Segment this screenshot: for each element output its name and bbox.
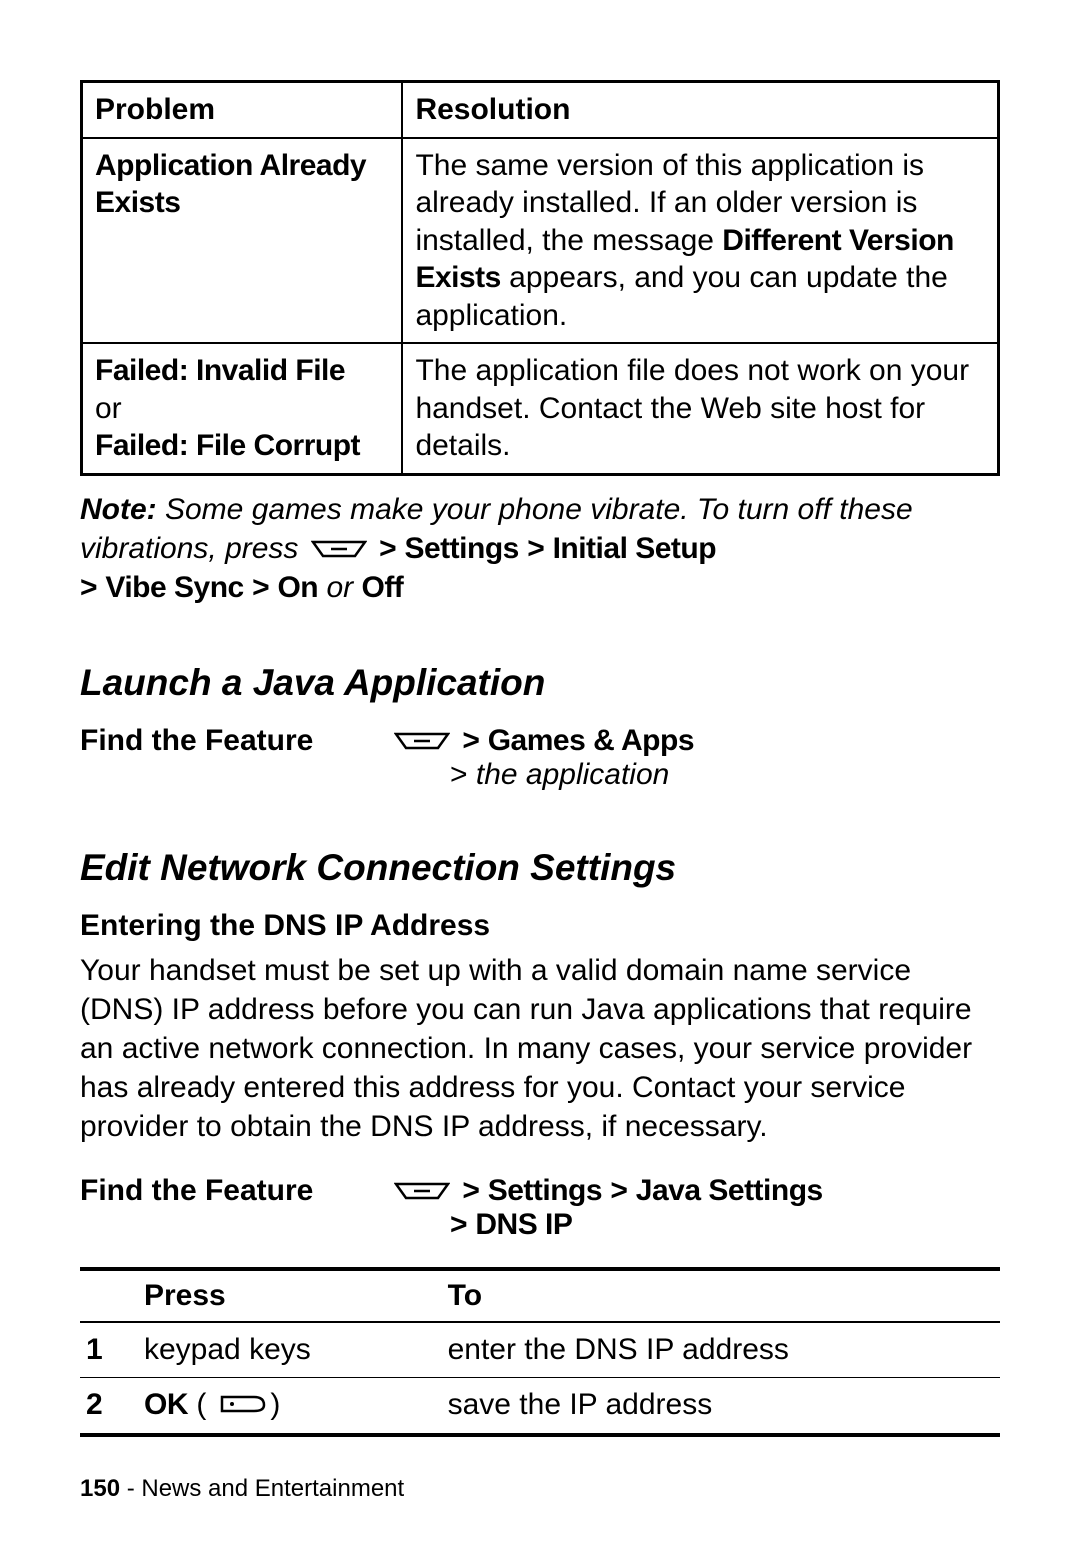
col-header-to: To — [442, 1269, 1000, 1322]
find-feature-label: Find the Feature — [80, 724, 390, 792]
menu-key-icon — [394, 1182, 450, 1202]
page-footer: 150 - News and Entertainment — [80, 1475, 1000, 1503]
subheading-dns: Entering the DNS IP Address — [80, 909, 1000, 943]
find-feature-label: Find the Feature — [80, 1174, 390, 1242]
nav-off: Off — [361, 571, 403, 604]
step-to: save the IP address — [442, 1377, 1000, 1435]
section-heading-edit-network: Edit Network Connection Settings — [80, 847, 1000, 889]
menu-key-icon — [394, 732, 450, 752]
resolution-cell: The same version of this application is … — [402, 138, 998, 344]
find-feature-row: Find the Feature > Games & Apps > the ap… — [80, 724, 1000, 792]
dns-body-text: Your handset must be set up with a valid… — [80, 951, 1000, 1146]
col-header-resolution: Resolution — [402, 82, 998, 138]
menu-key-icon — [311, 540, 367, 560]
problem-resolution-table: Problem Resolution Application Already E… — [80, 80, 1000, 476]
nav-initial-setup: Initial Setup — [553, 532, 717, 565]
note-block: Note: Some games make your phone vibrate… — [80, 490, 1000, 607]
nav-on: On — [277, 571, 318, 604]
table-row: Application Already Exists The same vers… — [82, 138, 999, 344]
problem-line1: Failed: Invalid File — [95, 352, 389, 390]
page-number: 150 — [80, 1475, 120, 1502]
note-or: or — [318, 571, 361, 604]
nav-vibe-sync: Vibe Sync — [105, 571, 243, 604]
path-the-application: the application — [476, 758, 669, 791]
ok-label: OK — [144, 1388, 188, 1421]
gt: > — [450, 1208, 467, 1241]
nav-java-settings: Java Settings — [636, 1174, 823, 1207]
paren-close: ) — [270, 1388, 280, 1421]
step-press: OK ( ) — [138, 1377, 442, 1435]
table-row: Failed: Invalid File or Failed: File Cor… — [82, 343, 999, 474]
gt: > — [462, 724, 479, 757]
gt: > — [80, 571, 97, 604]
gt: > — [527, 532, 544, 565]
table-row: 1 keypad keys enter the DNS IP address — [80, 1322, 1000, 1378]
feature-path: > Games & Apps > the application — [390, 724, 1000, 792]
footer-section: News and Entertainment — [141, 1475, 404, 1502]
gt: > — [379, 532, 396, 565]
gt: > — [252, 571, 269, 604]
nav-settings: Settings — [488, 1174, 602, 1207]
feature-path: > Settings > Java Settings > DNS IP — [390, 1174, 1000, 1242]
col-header-problem: Problem — [82, 82, 403, 138]
resolution-text: The application file does not work on yo… — [415, 354, 969, 462]
step-to: enter the DNS IP address — [442, 1322, 1000, 1378]
problem-text: Application Already Exists — [95, 149, 366, 220]
nav-dns-ip: DNS IP — [475, 1208, 572, 1241]
steps-header-row: Press To — [80, 1269, 1000, 1322]
gt: > — [610, 1174, 627, 1207]
paren-open: ( — [196, 1388, 206, 1421]
note-label: Note: — [80, 493, 157, 526]
col-header-empty — [80, 1269, 138, 1322]
table-row: 2 OK ( ) save the IP address — [80, 1377, 1000, 1435]
table-header-row: Problem Resolution — [82, 82, 999, 138]
footer-sep: - — [120, 1475, 141, 1502]
nav-settings: Settings — [404, 532, 518, 565]
path-prefix: > — [450, 758, 476, 791]
step-press: keypad keys — [138, 1322, 442, 1378]
col-header-press: Press — [138, 1269, 442, 1322]
nav-games-apps: Games & Apps — [488, 724, 694, 757]
section-heading-launch: Launch a Java Application — [80, 662, 1000, 704]
gt: > — [462, 1174, 479, 1207]
step-number: 1 — [80, 1322, 138, 1378]
problem-or: or — [95, 390, 389, 428]
softkey-icon — [210, 1389, 266, 1423]
find-feature-row: Find the Feature > Settings > Java Setti… — [80, 1174, 1000, 1242]
step-number: 2 — [80, 1377, 138, 1435]
problem-line2: Failed: File Corrupt — [95, 427, 389, 465]
steps-table: Press To 1 keypad keys enter the DNS IP … — [80, 1267, 1000, 1437]
